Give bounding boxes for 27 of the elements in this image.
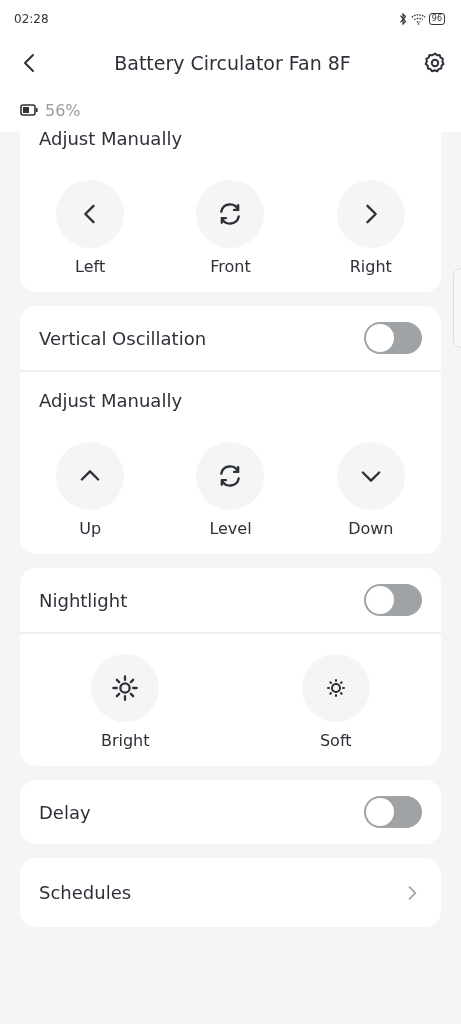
button-label: Level — [209, 519, 252, 538]
setting-label: Vertical Oscillation — [39, 327, 207, 349]
button-label: Soft — [319, 731, 352, 750]
sun-icon — [111, 674, 140, 702]
setting-label: Schedules — [39, 882, 132, 903]
button-label: Bright — [100, 731, 150, 750]
button-label: Front — [210, 257, 251, 276]
section-heading: Adjust Manually — [38, 390, 184, 413]
setting-label: Nightlight — [39, 589, 128, 611]
setting-label: Delay — [39, 801, 91, 823]
toggle-switch[interactable] — [364, 322, 422, 354]
bluetooth-icon — [397, 12, 408, 26]
clock-time: 02:28 — [14, 12, 49, 26]
section-heading: Adjust Manually — [38, 132, 184, 151]
button-label: Left — [75, 257, 106, 276]
battery-percentage: 56% — [45, 100, 81, 120]
button-label: Down — [348, 519, 394, 538]
page-title: Battery Circulator Fan 8F — [114, 52, 351, 74]
toggle-switch[interactable] — [364, 796, 422, 828]
battery-icon — [20, 104, 38, 116]
settings-icon[interactable] — [423, 51, 447, 75]
button-label: Right — [349, 257, 392, 276]
wifi-icon — [410, 13, 426, 25]
toggle-switch[interactable] — [364, 584, 422, 616]
schedules-row[interactable]: Schedules — [20, 858, 441, 927]
button-label: Up — [79, 519, 102, 538]
battery-indicator: 96 — [428, 13, 445, 25]
